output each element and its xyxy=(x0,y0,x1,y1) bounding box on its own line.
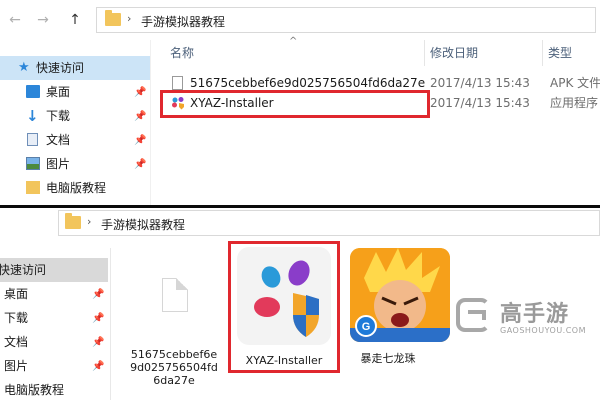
breadcrumb-separator: › xyxy=(127,12,132,25)
file-list: ^ xyxy=(150,36,600,206)
sidebar-item-label: 图片 xyxy=(46,157,71,171)
sidebar-item-desktop[interactable]: 桌面 📌 xyxy=(0,282,110,306)
pin-icon: 📌 xyxy=(134,135,147,146)
forward-button[interactable]: → xyxy=(34,10,52,30)
file-tile-label-line: 6da27e xyxy=(153,374,195,387)
sort-ascending-icon: ^ xyxy=(289,36,298,47)
documents-icon xyxy=(27,133,38,146)
desktop-icon xyxy=(26,85,40,98)
breadcrumb-separator: › xyxy=(87,215,92,228)
breadcrumb-folder[interactable]: 手游模拟器教程 xyxy=(101,216,185,233)
sidebar-item-label: 文档 xyxy=(4,335,29,349)
sidebar-item-documents[interactable]: 文档 📌 xyxy=(0,128,150,152)
generic-file-icon xyxy=(162,278,188,312)
sidebar-item-downloads[interactable]: 下载 📌 xyxy=(0,306,110,330)
pin-icon: 📌 xyxy=(92,289,105,300)
breadcrumb-folder[interactable]: 手游模拟器教程 xyxy=(141,13,225,30)
file-tile-label-line: 51675cebbef6e xyxy=(130,348,218,361)
svg-text:G: G xyxy=(362,321,371,333)
sidebar-item-documents[interactable]: 文档 📌 xyxy=(0,330,110,354)
watermark-brand: 高手游 xyxy=(500,302,570,327)
watermark-domain: GAOSHOUYOU.COM xyxy=(500,326,587,335)
column-divider[interactable] xyxy=(424,40,425,66)
gaoshouyou-logo-icon xyxy=(468,310,486,320)
address-bar[interactable]: › 手游模拟器教程 xyxy=(58,210,600,236)
generic-file-icon xyxy=(172,76,183,90)
sidebar-item-label: 文档 xyxy=(46,133,71,147)
file-type: 应用程序 xyxy=(550,96,599,110)
pin-icon: 📌 xyxy=(92,337,105,348)
column-header-name[interactable]: 名称 xyxy=(170,44,194,61)
sidebar-item-quick-access[interactable]: 快速访问 xyxy=(0,258,108,282)
sidebar-item-pc-tutorial[interactable]: 电脑版教程 xyxy=(0,176,150,200)
address-toolbar: ← → ↑ › 手游模拟器教程 xyxy=(0,0,600,40)
address-bar[interactable]: › 手游模拟器教程 xyxy=(96,7,596,33)
sidebar-item-pc-tutorial[interactable]: 电脑版教程 xyxy=(0,378,110,400)
navigation-pane: 快速访问 桌面 📌 下载 📌 文档 📌 图片 📌 电脑版教程 xyxy=(0,256,110,400)
sidebar-item-desktop[interactable]: 桌面 📌 xyxy=(0,80,150,104)
folder-icon xyxy=(26,181,40,194)
pane-divider xyxy=(110,248,111,400)
folder-icon xyxy=(105,10,121,26)
pin-icon: 📌 xyxy=(134,111,147,122)
file-tile-label: 暴走七龙珠 xyxy=(360,352,416,365)
star-icon: ★ xyxy=(18,60,30,75)
sidebar-item-label: 桌面 xyxy=(46,85,71,99)
sidebar-item-quick-access[interactable]: ★ 快速访问 xyxy=(0,56,150,80)
file-tile-game[interactable]: G 暴走七龙珠 xyxy=(344,246,456,378)
sidebar-item-label: 下载 xyxy=(46,109,71,123)
pin-icon: 📌 xyxy=(92,361,105,372)
sidebar-item-label: 电脑版教程 xyxy=(46,181,107,195)
download-icon: ↓ xyxy=(26,107,39,125)
sidebar-item-label: 下载 xyxy=(4,311,29,325)
top-explorer-window: ← → ↑ › 手游模拟器教程 ★ 快速访问 桌面 📌 ↓ 下载 📌 文档 📌 xyxy=(0,0,600,206)
watermark: 高手游 GAOSHOUYOU.COM xyxy=(456,296,596,344)
file-tile-label: 51675cebbef6e 9d025756504fd 6da27e xyxy=(126,348,222,387)
file-date: 2017/4/13 15:43 xyxy=(430,76,530,90)
navigation-pane: ★ 快速访问 桌面 📌 ↓ 下载 📌 文档 📌 图片 📌 电脑版教程 xyxy=(0,52,150,206)
sidebar-item-label: 电脑版教程 xyxy=(4,383,65,397)
sidebar-item-label: 快速访问 xyxy=(36,61,85,75)
file-date: 2017/4/13 15:43 xyxy=(430,96,530,110)
sidebar-item-label: 图片 xyxy=(4,359,29,373)
dragon-ball-game-icon: G xyxy=(350,248,450,342)
highlight-box xyxy=(160,90,430,118)
sidebar-item-downloads[interactable]: ↓ 下载 📌 xyxy=(0,104,150,128)
pin-icon: 📌 xyxy=(134,87,147,98)
pictures-icon xyxy=(26,157,40,170)
column-divider[interactable] xyxy=(542,40,543,66)
column-header-date[interactable]: 修改日期 xyxy=(430,44,478,61)
pin-icon: 📌 xyxy=(92,313,105,324)
file-type: APK 文件 xyxy=(550,76,600,90)
file-tile-apk[interactable]: 51675cebbef6e 9d025756504fd 6da27e xyxy=(126,252,222,400)
back-button[interactable]: ← xyxy=(6,10,24,30)
sidebar-item-pictures[interactable]: 图片 📌 xyxy=(0,152,150,176)
sidebar-item-pictures[interactable]: 图片 📌 xyxy=(0,354,110,378)
pin-icon: 📌 xyxy=(134,159,147,170)
highlight-box xyxy=(228,241,340,373)
file-tile-label-line: 9d025756504fd xyxy=(130,361,218,374)
sidebar-item-label: 快速访问 xyxy=(0,263,47,277)
up-button[interactable]: ↑ xyxy=(66,10,84,30)
folder-icon xyxy=(65,213,81,229)
column-header-type[interactable]: 类型 xyxy=(548,44,572,61)
sidebar-item-label: 桌面 xyxy=(4,287,29,301)
